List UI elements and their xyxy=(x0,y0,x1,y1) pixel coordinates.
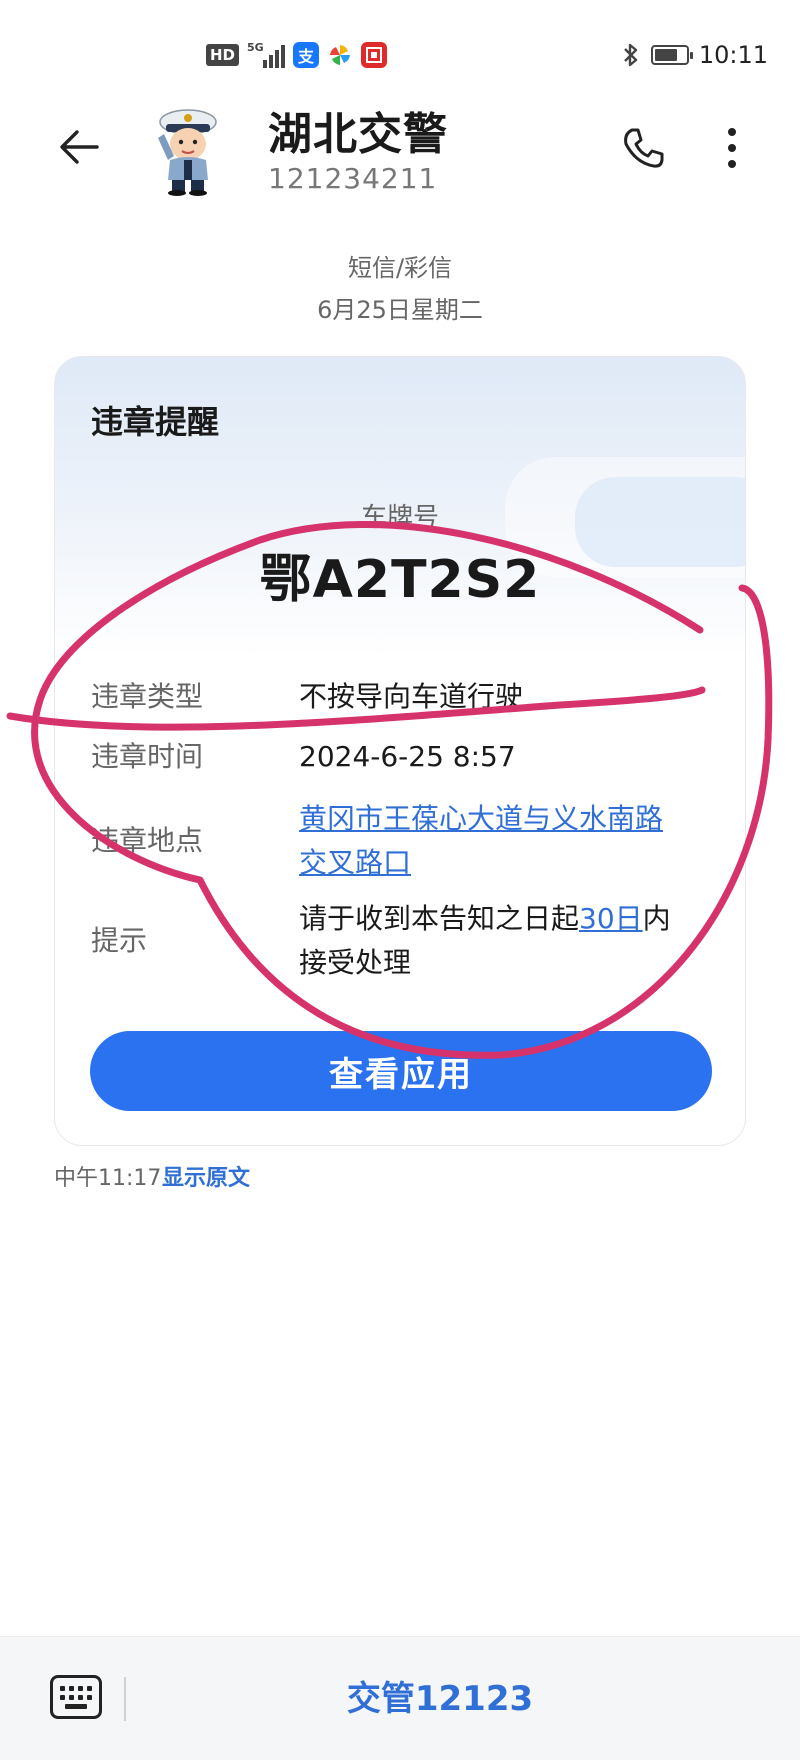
tip-text: 接受处理 xyxy=(299,946,412,979)
back-arrow-icon xyxy=(60,130,99,164)
more-options-button[interactable] xyxy=(712,120,752,176)
app-badge-icon xyxy=(361,42,388,68)
card-title: 违章提醒 xyxy=(91,403,220,441)
tip-text: 请于收到本告知之日起 xyxy=(299,902,580,935)
battery-icon xyxy=(650,45,693,65)
more-vertical-icon xyxy=(728,128,736,136)
contact-number: 121234211 xyxy=(268,162,438,195)
detail-label: 违章时间 xyxy=(91,740,204,773)
detail-value: 请于收到本告知之日起30日内 接受处理 xyxy=(299,897,719,985)
deadline-link[interactable]: 30日 xyxy=(579,902,643,935)
conversation-header: 湖北交警 121234211 xyxy=(0,92,800,202)
bluetooth-icon xyxy=(623,43,638,67)
detail-value: 黄冈市王葆心大道与义水南路 交叉路口 xyxy=(299,797,719,885)
signal-icon: 5G xyxy=(247,41,286,68)
bottom-bar: 交管12123 xyxy=(0,1636,800,1760)
message-type-label: 短信/彩信 xyxy=(347,254,453,282)
service-menu-button[interactable]: 交管12123 xyxy=(130,1671,750,1720)
call-button[interactable] xyxy=(614,120,670,176)
show-original-link[interactable]: 显示原文 xyxy=(162,1160,250,1192)
tip-text: 内 xyxy=(642,902,671,935)
keyboard-icon[interactable] xyxy=(50,1675,102,1719)
plate-number: 鄂A2T2S2 xyxy=(259,550,541,610)
status-right: 10:11 xyxy=(621,40,768,70)
divider xyxy=(124,1677,126,1721)
network-type: 5G xyxy=(247,41,264,54)
hd-indicator: HD xyxy=(206,44,240,66)
detail-value: 不按导向车道行驶 xyxy=(299,680,524,713)
location-link[interactable]: 交叉路口 xyxy=(299,846,411,879)
detail-label: 违章类型 xyxy=(91,680,204,713)
detail-label: 提示 xyxy=(91,924,148,957)
location-link[interactable]: 黄冈市王葆心大道与义水南路 xyxy=(299,802,663,835)
view-app-button[interactable]: 查看应用 xyxy=(90,1031,712,1111)
message-time: 中午11:17 xyxy=(54,1166,162,1191)
message-date: 6月25日星期二 xyxy=(317,296,483,324)
violation-card[interactable]: 违章提醒 车牌号 鄂A2T2S2 违章类型 不按导向车道行驶 违章时间 2024… xyxy=(54,356,746,1146)
plate-label: 车牌号 xyxy=(360,503,439,533)
pinwheel-icon xyxy=(327,42,353,68)
status-left: HD 5G 支 xyxy=(206,40,388,70)
phone-icon xyxy=(624,128,664,168)
back-button[interactable] xyxy=(52,120,106,174)
status-time: 10:11 xyxy=(698,41,768,69)
police-avatar[interactable] xyxy=(146,102,230,196)
detail-value: 2024-6-25 8:57 xyxy=(299,740,516,773)
alipay-icon: 支 xyxy=(293,42,320,68)
contact-name: 湖北交警 xyxy=(268,109,448,160)
detail-label: 违章地点 xyxy=(91,824,204,857)
